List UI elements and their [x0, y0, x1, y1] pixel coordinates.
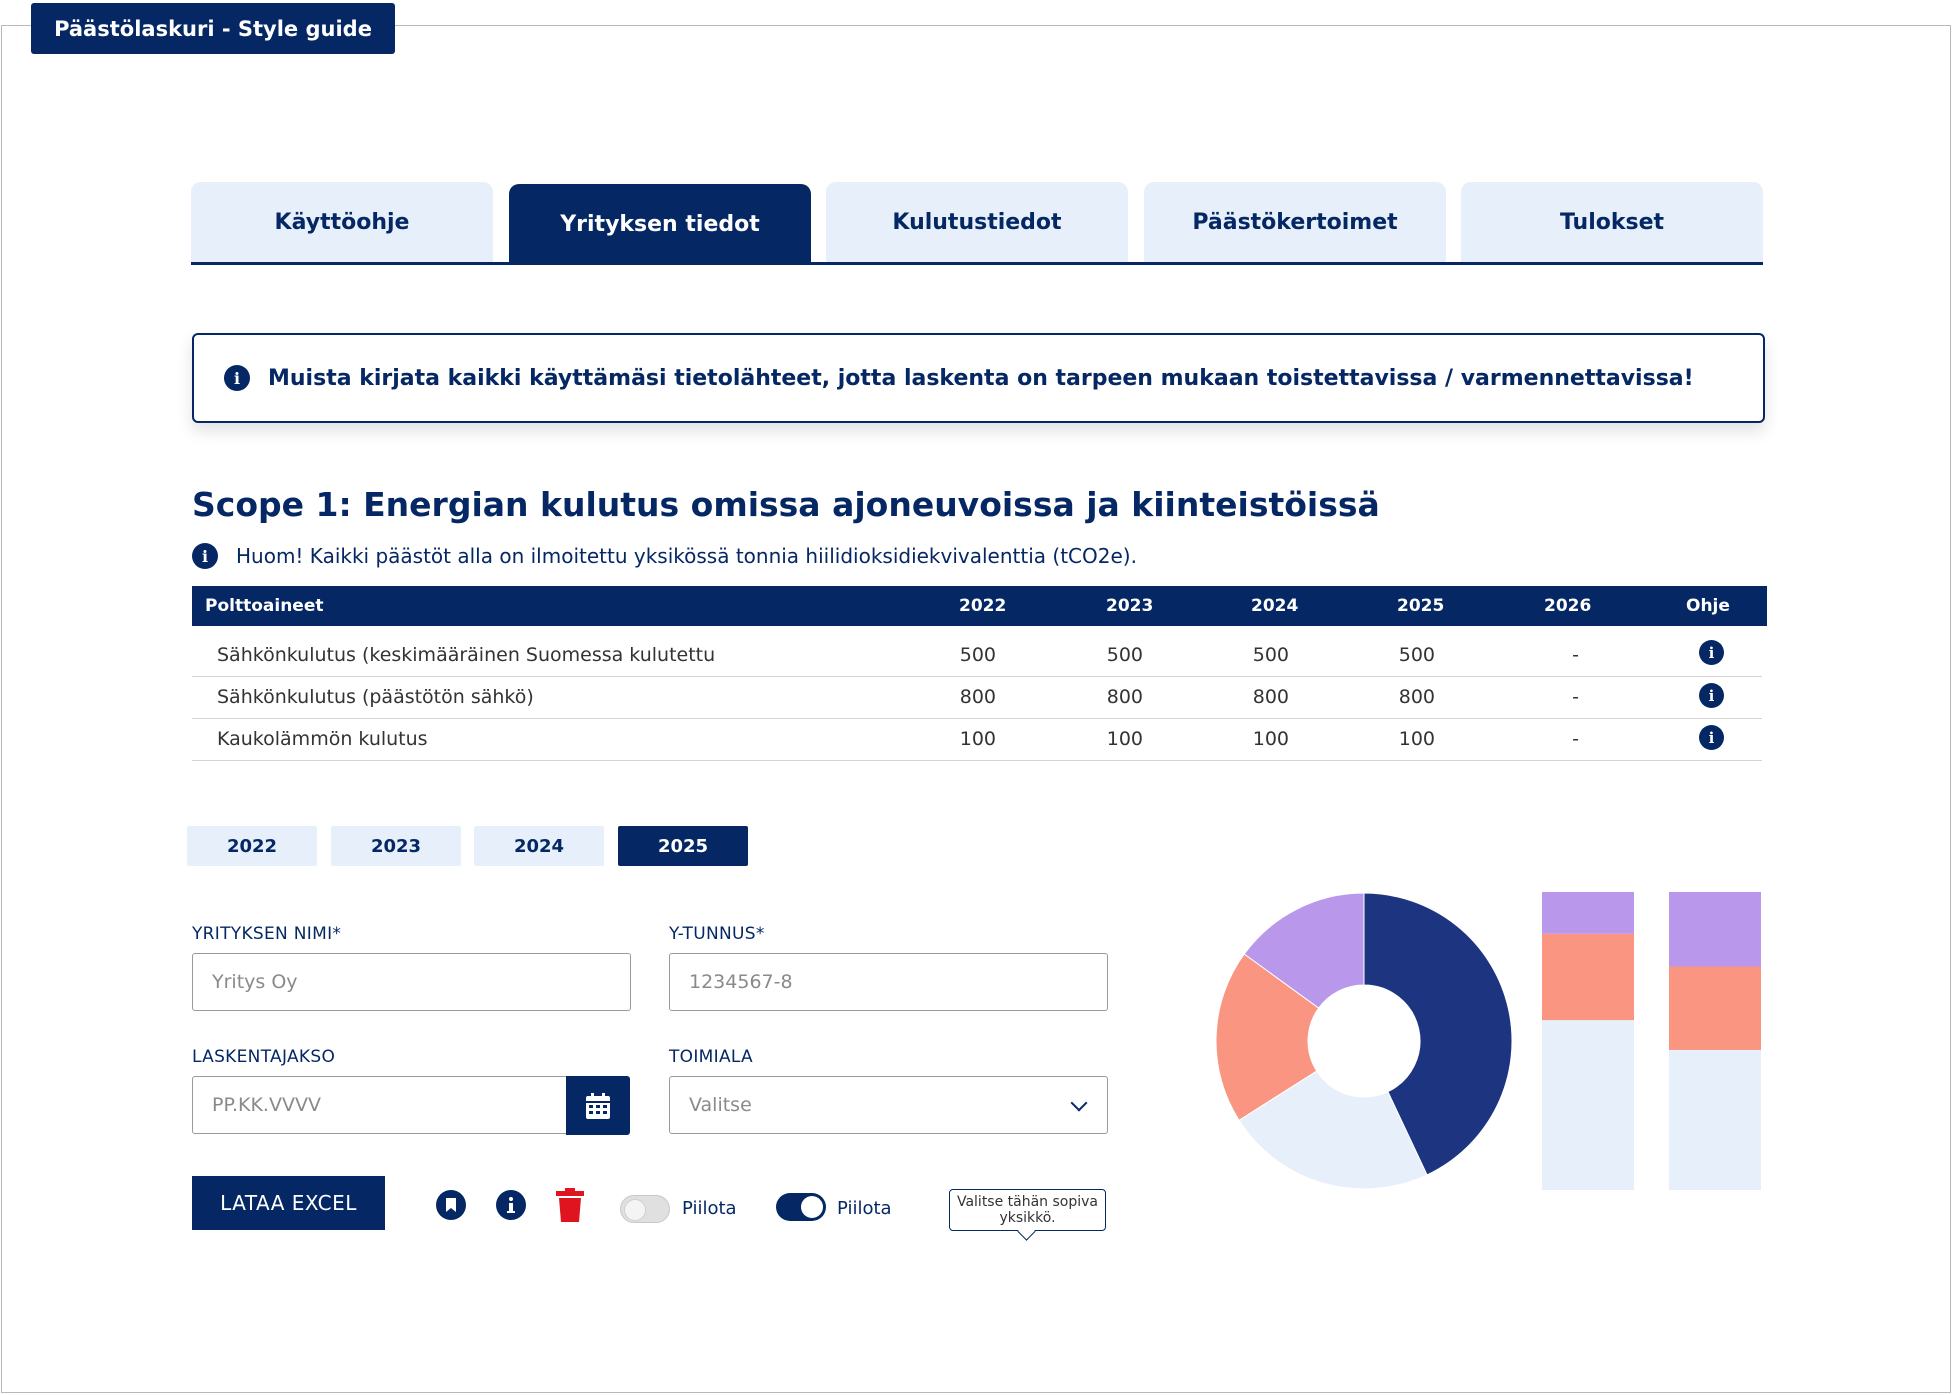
year-button-2025[interactable]: 2025 — [618, 826, 748, 866]
header-2024: 2024 — [1251, 596, 1299, 616]
row-value: 100 — [1252, 728, 1289, 750]
row-value: 800 — [1252, 686, 1289, 708]
tab-kulutustiedot[interactable]: Kulutustiedot — [826, 182, 1128, 262]
info-icon[interactable] — [496, 1190, 526, 1220]
bookmark-icon[interactable] — [436, 1190, 466, 1220]
bar-1-segment-2 — [1542, 933, 1634, 1021]
row-value: 500 — [1106, 644, 1143, 666]
industry-select[interactable]: Valitse — [669, 1076, 1108, 1134]
header-2023: 2023 — [1106, 596, 1154, 616]
bar-2-segment-2 — [1669, 966, 1761, 1050]
info-icon: i — [224, 365, 250, 391]
scope-note: i Huom! Kaikki päästöt alla on ilmoitett… — [192, 543, 1137, 569]
table-row: Sähkönkulutus (keskimääräinen Suomessa k… — [192, 635, 1762, 677]
table-header: Polttoaineet 2022 2023 2024 2025 2026 Oh… — [192, 586, 1767, 626]
emissions-table: Polttoaineet 2022 2023 2024 2025 2026 Oh… — [192, 586, 1767, 761]
notice-box: i Muista kirjata kaikki käyttämäsi tieto… — [192, 333, 1765, 423]
download-excel-button[interactable]: LATAA EXCEL — [192, 1176, 385, 1230]
row-name: Sähkönkulutus (päästötön sähkö) — [217, 686, 534, 708]
row-value: - — [1572, 644, 1579, 666]
hide-toggle-on[interactable] — [776, 1193, 826, 1221]
business-id-label: Y-TUNNUS* — [669, 924, 765, 944]
info-icon[interactable]: i — [1699, 683, 1724, 708]
tab-tulokset[interactable]: Tulokset — [1461, 182, 1763, 262]
tab-kayttoohje[interactable]: Käyttöohje — [191, 182, 493, 262]
stacked-bar-chart — [1542, 892, 1761, 1190]
period-label: LASKENTAJAKSO — [192, 1047, 336, 1067]
table-row: Kaukolämmön kulutus 100 100 100 100 - i — [192, 719, 1762, 761]
toggle-knob — [801, 1196, 823, 1218]
info-icon: i — [192, 543, 218, 569]
industry-label: TOIMIALA — [669, 1047, 753, 1067]
row-value: 500 — [959, 644, 996, 666]
row-value: 100 — [959, 728, 996, 750]
row-value: 800 — [959, 686, 996, 708]
calendar-icon — [586, 1092, 610, 1119]
tab-yrityksen-tiedot[interactable]: Yrityksen tiedot — [509, 184, 811, 264]
year-button-2022[interactable]: 2022 — [187, 826, 317, 866]
toggle-off-label: Piilota — [682, 1198, 737, 1219]
app-title: Päästölaskuri - Style guide — [31, 3, 395, 54]
row-value: 800 — [1398, 686, 1435, 708]
tab-paastokertoimet[interactable]: Päästökertoimet — [1144, 182, 1446, 262]
hide-toggle-off[interactable] — [620, 1195, 670, 1223]
company-name-label: YRITYKSEN NIMI* — [192, 924, 342, 944]
bar-1-segment-3 — [1542, 892, 1634, 934]
row-value: - — [1572, 686, 1579, 708]
year-button-2024[interactable]: 2024 — [474, 826, 604, 866]
tabs-underline — [191, 262, 1763, 265]
row-name: Sähkönkulutus (keskimääräinen Suomessa k… — [217, 644, 716, 666]
bar-1-segment-1 — [1542, 1020, 1634, 1190]
chevron-down-icon — [1070, 1094, 1088, 1112]
row-value: 100 — [1106, 728, 1143, 750]
row-value: 500 — [1252, 644, 1289, 666]
header-ohje: Ohje — [1686, 596, 1730, 616]
info-icon[interactable]: i — [1699, 725, 1724, 750]
period-date-input[interactable]: PP.KK.VVVV — [192, 1076, 568, 1134]
header-2022: 2022 — [959, 596, 1007, 616]
row-name: Kaukolämmön kulutus — [217, 728, 428, 750]
calendar-button[interactable] — [566, 1076, 630, 1135]
company-name-input[interactable]: Yritys Oy — [192, 953, 631, 1011]
scope-note-text: Huom! Kaikki päästöt alla on ilmoitettu … — [236, 544, 1137, 568]
header-2025: 2025 — [1397, 596, 1445, 616]
industry-select-value: Valitse — [689, 1094, 752, 1116]
scope-title: Scope 1: Energian kulutus omissa ajoneuv… — [192, 485, 1380, 524]
donut-chart — [1215, 892, 1513, 1190]
bar-2-segment-3 — [1669, 892, 1761, 967]
info-icon[interactable]: i — [1699, 640, 1724, 665]
header-2026: 2026 — [1544, 596, 1592, 616]
toggle-knob — [624, 1199, 646, 1221]
row-value: 100 — [1398, 728, 1435, 750]
header-polttoaineet: Polttoaineet — [205, 596, 324, 616]
tooltip: Valitse tähän sopiva yksikkö. — [949, 1189, 1106, 1241]
trash-icon[interactable] — [555, 1188, 585, 1222]
tab-bar: Käyttöohje Yrityksen tiedot Kulutustiedo… — [191, 182, 1763, 264]
notice-text: Muista kirjata kaikki käyttämäsi tietolä… — [268, 365, 1694, 391]
row-value: - — [1572, 728, 1579, 750]
row-value: 500 — [1398, 644, 1435, 666]
table-row: Sähkönkulutus (päästötön sähkö) 800 800 … — [192, 677, 1762, 719]
business-id-input[interactable]: 1234567-8 — [669, 953, 1108, 1011]
toggle-on-label: Piilota — [837, 1198, 892, 1219]
bar-2-segment-1 — [1669, 1049, 1761, 1190]
tooltip-text: Valitse tähän sopiva yksikkö. — [956, 1194, 1099, 1226]
year-button-2023[interactable]: 2023 — [331, 826, 461, 866]
row-value: 800 — [1106, 686, 1143, 708]
